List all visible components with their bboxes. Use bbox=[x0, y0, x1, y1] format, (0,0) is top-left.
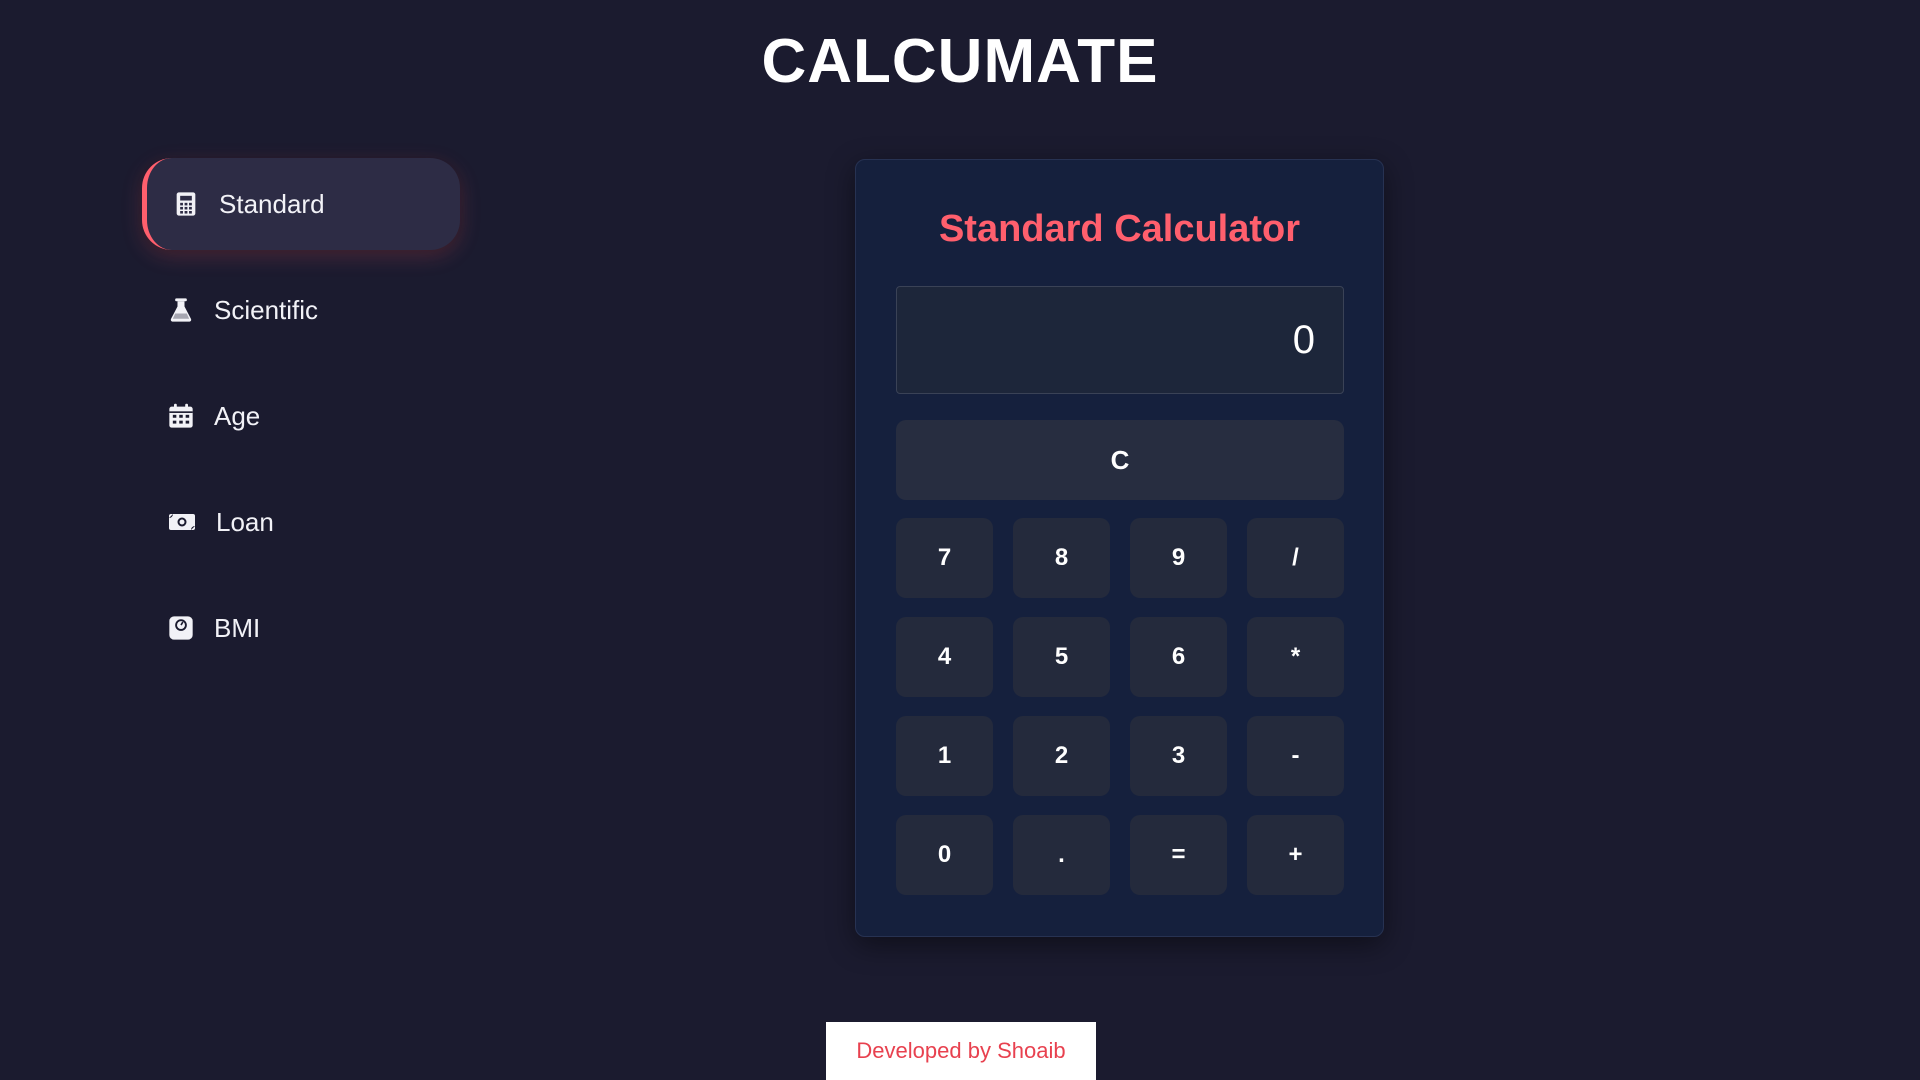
sidebar: Standard Scientific Age Loan BMI bbox=[142, 158, 460, 688]
key-equals[interactable]: = bbox=[1130, 815, 1227, 895]
key-divide[interactable]: / bbox=[1247, 518, 1344, 598]
sidebar-item-label: Standard bbox=[219, 188, 325, 219]
sidebar-item-standard[interactable]: Standard bbox=[142, 158, 460, 250]
key-5[interactable]: 5 bbox=[1013, 617, 1110, 697]
calculator-card: Standard Calculator 0 C 7 8 9 / 4 5 6 * … bbox=[855, 159, 1384, 937]
key-1[interactable]: 1 bbox=[896, 716, 993, 796]
flask-icon bbox=[166, 295, 196, 325]
sidebar-item-bmi[interactable]: BMI bbox=[142, 582, 460, 674]
money-bill-icon bbox=[166, 507, 198, 537]
key-multiply[interactable]: * bbox=[1247, 617, 1344, 697]
keypad: 7 8 9 / 4 5 6 * 1 2 3 - 0 . = + bbox=[896, 518, 1344, 895]
key-4[interactable]: 4 bbox=[896, 617, 993, 697]
key-add[interactable]: + bbox=[1247, 815, 1344, 895]
sidebar-item-age[interactable]: Age bbox=[142, 370, 460, 462]
clear-button[interactable]: C bbox=[896, 420, 1344, 500]
key-2[interactable]: 2 bbox=[1013, 716, 1110, 796]
key-9[interactable]: 9 bbox=[1130, 518, 1227, 598]
key-subtract[interactable]: - bbox=[1247, 716, 1344, 796]
calculator-title: Standard Calculator bbox=[938, 208, 1301, 250]
calendar-icon bbox=[166, 401, 196, 431]
calculator-display: 0 bbox=[896, 286, 1344, 394]
weight-scale-icon bbox=[166, 613, 196, 643]
sidebar-item-label: Loan bbox=[216, 506, 274, 537]
app-title: CALCUMATE bbox=[761, 27, 1159, 96]
calculator-icon bbox=[171, 189, 201, 219]
sidebar-item-label: Age bbox=[214, 400, 261, 431]
sidebar-item-loan[interactable]: Loan bbox=[142, 476, 460, 568]
key-3[interactable]: 3 bbox=[1130, 716, 1227, 796]
sidebar-item-label: BMI bbox=[214, 612, 261, 643]
sidebar-item-scientific[interactable]: Scientific bbox=[142, 264, 460, 356]
key-7[interactable]: 7 bbox=[896, 518, 993, 598]
footer-credit: Developed by Shoaib bbox=[826, 1022, 1096, 1080]
key-0[interactable]: 0 bbox=[896, 815, 993, 895]
key-6[interactable]: 6 bbox=[1130, 617, 1227, 697]
key-decimal[interactable]: . bbox=[1013, 815, 1110, 895]
key-8[interactable]: 8 bbox=[1013, 518, 1110, 598]
sidebar-item-label: Scientific bbox=[214, 294, 319, 325]
